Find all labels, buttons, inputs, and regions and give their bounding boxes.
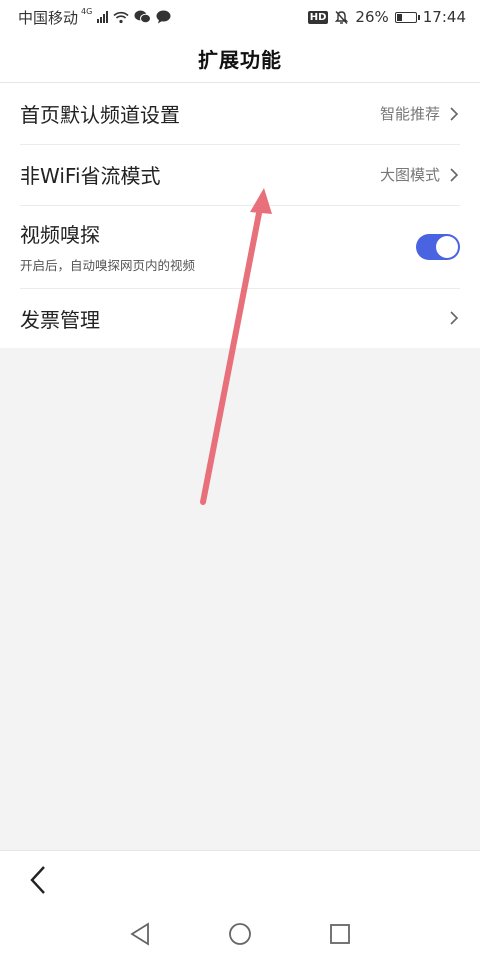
network-type: 4G [81, 6, 93, 16]
chevron-right-icon [450, 311, 459, 325]
setting-video-sniffing: 视频嗅探 开启后，自动嗅探网页内的视频 [0, 205, 480, 288]
message-icon [156, 10, 171, 24]
setting-label: 首页默认频道设置 [20, 103, 180, 127]
setting-label: 发票管理 [20, 307, 100, 332]
nav-recents-icon[interactable] [326, 920, 354, 948]
back-chevron-icon[interactable] [24, 863, 54, 897]
video-sniffing-toggle[interactable] [416, 233, 460, 260]
toggle-knob [436, 235, 458, 258]
hd-icon: HD [307, 10, 329, 24]
chevron-right-icon [450, 106, 459, 121]
setting-label: 视频嗅探 [20, 223, 100, 247]
battery-icon [394, 11, 420, 23]
carrier-name: 中国移动 [18, 8, 79, 27]
nav-home-icon[interactable] [226, 920, 254, 948]
clock: 17:44 [422, 8, 466, 26]
battery-percent: 26% [355, 8, 389, 26]
page-header: 扩展功能 [0, 34, 480, 83]
setting-subtitle: 开启后，自动嗅探网页内的视频 [20, 258, 196, 273]
settings-list: 首页默认频道设置 智能推荐 非WiFi省流模式 大图模式 视频嗅探 开启后，自动… [0, 83, 480, 348]
setting-value: 大图模式 [379, 166, 440, 184]
wifi-icon [113, 11, 129, 23]
wechat-icon [134, 10, 152, 24]
chevron-right-icon [450, 167, 459, 182]
status-bar: 中国移动 4G HD 26% 17:44 [0, 0, 480, 34]
setting-homepage-channel[interactable]: 首页默认频道设置 智能推荐 [0, 83, 480, 144]
setting-value: 智能推荐 [379, 105, 440, 123]
signal-icon [97, 11, 109, 23]
mute-bell-icon [335, 10, 349, 24]
bottom-toolbar [0, 850, 480, 909]
nav-back-icon[interactable] [126, 920, 154, 948]
setting-invoice-management[interactable]: 发票管理 [0, 288, 480, 348]
setting-data-saver-mode[interactable]: 非WiFi省流模式 大图模式 [0, 144, 480, 205]
system-nav-bar [0, 908, 480, 960]
page-title: 扩展功能 [198, 47, 282, 72]
setting-label: 非WiFi省流模式 [20, 164, 161, 188]
